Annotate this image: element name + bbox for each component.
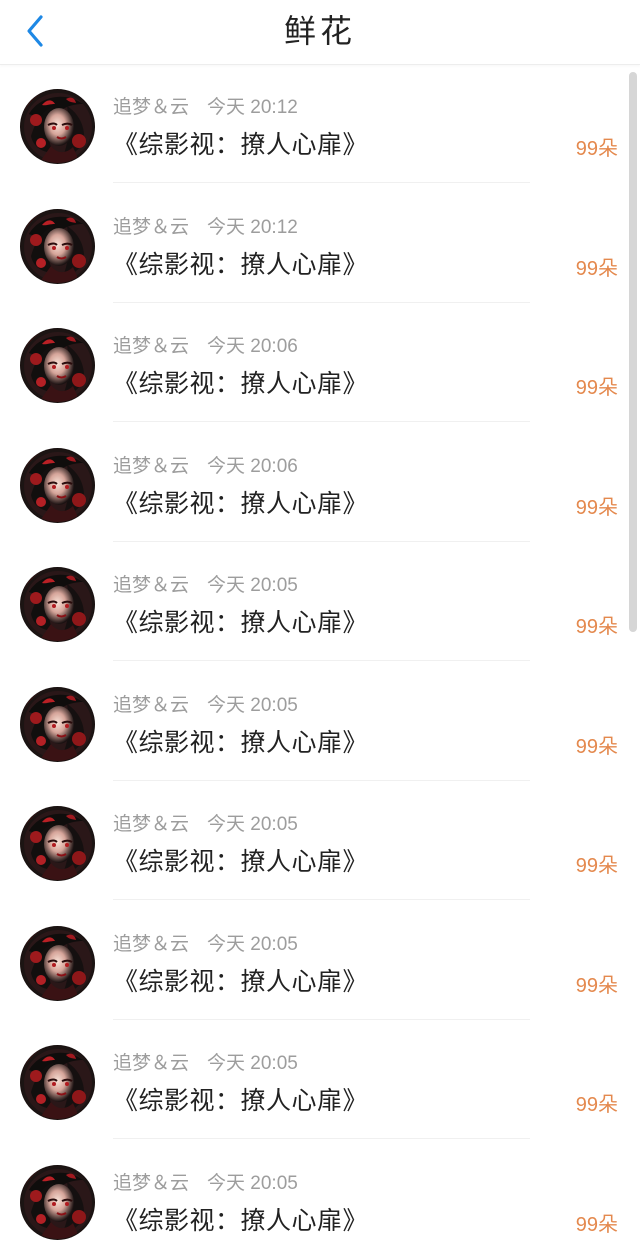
gift-list-item[interactable]: 追梦＆云 今天 20:05 《综影视：撩人心扉》 99朵 [0, 542, 640, 661]
username[interactable]: 追梦＆云 [113, 96, 189, 118]
gift-meta: 追梦＆云 今天 20:05 [113, 1168, 298, 1195]
gift-list-item[interactable]: 追梦＆云 今天 20:05 《综影视：撩人心扉》 99朵 [0, 900, 640, 1020]
gift-meta: 追梦＆云 今天 20:05 [113, 690, 298, 717]
gift-meta: 追梦＆云 今天 20:06 [113, 331, 298, 358]
gift-timestamp: 今天 20:06 [207, 455, 298, 477]
gift-meta: 追梦＆云 今天 20:05 [113, 1048, 298, 1075]
vertical-scrollbar[interactable] [629, 72, 637, 632]
gift-meta: 追梦＆云 今天 20:12 [113, 92, 298, 119]
gift-timestamp: 今天 20:05 [207, 694, 298, 716]
flower-gift-list[interactable]: 追梦＆云 今天 20:12 《综影视：撩人心扉》 99朵 追梦＆云 今天 20:… [0, 64, 640, 1247]
gift-list-item[interactable]: 追梦＆云 今天 20:05 《综影视：撩人心扉》 99朵 [0, 661, 640, 781]
username[interactable]: 追梦＆云 [113, 335, 189, 357]
portrait-avatar-image [21, 329, 94, 402]
gift-list-item[interactable]: 追梦＆云 今天 20:06 《综影视：撩人心扉》 99朵 [0, 422, 640, 542]
portrait-avatar-image [21, 568, 94, 641]
flower-amount: 99朵 [575, 496, 618, 519]
portrait-avatar-image [21, 1165, 94, 1239]
user-avatar[interactable] [20, 806, 95, 881]
gift-list-item[interactable]: 追梦＆云 今天 20:12 《综影视：撩人心扉》 99朵 [0, 64, 640, 183]
user-avatar[interactable] [20, 328, 95, 403]
username[interactable]: 追梦＆云 [113, 1052, 189, 1074]
top-navigation-bar: 鲜花 [0, 0, 640, 65]
gift-list-item[interactable]: 追梦＆云 今天 20:05 《综影视：撩人心扉》 99朵 [0, 1139, 640, 1247]
flower-amount: 99朵 [575, 735, 618, 758]
portrait-avatar-image [21, 1046, 94, 1119]
gift-meta: 追梦＆云 今天 20:05 [113, 809, 298, 836]
user-avatar[interactable] [20, 89, 95, 164]
user-avatar[interactable] [20, 567, 95, 642]
flower-amount: 99朵 [575, 855, 618, 877]
user-avatar[interactable] [20, 1045, 95, 1120]
book-title[interactable]: 《综影视：撩人心扉》 [113, 484, 368, 520]
portrait-avatar-image [21, 209, 94, 283]
book-title[interactable]: 《综影视：撩人心扉》 [113, 125, 368, 161]
gift-meta: 追梦＆云 今天 20:05 [113, 570, 298, 597]
page-title: 鲜花 [283, 12, 356, 50]
gift-list-item[interactable]: 追梦＆云 今天 20:06 《综影视：撩人心扉》 99朵 [0, 303, 640, 422]
book-title[interactable]: 《综影视：撩人心扉》 [113, 962, 368, 998]
portrait-avatar-image [21, 926, 94, 1000]
user-avatar[interactable] [20, 447, 95, 523]
portrait-avatar-image [21, 687, 94, 761]
gift-timestamp: 今天 20:12 [207, 216, 298, 238]
book-title[interactable]: 《综影视：撩人心扉》 [113, 603, 368, 639]
flower-amount: 99朵 [575, 377, 618, 399]
username[interactable]: 追梦＆云 [113, 933, 189, 955]
username[interactable]: 追梦＆云 [113, 574, 189, 596]
flower-amount: 99朵 [575, 138, 618, 160]
username[interactable]: 追梦＆云 [113, 1172, 189, 1194]
gift-list-item[interactable]: 追梦＆云 今天 20:05 《综影视：撩人心扉》 99朵 [0, 1020, 640, 1139]
portrait-avatar-image [21, 448, 94, 522]
gift-timestamp: 今天 20:05 [207, 1172, 298, 1194]
user-avatar[interactable] [20, 925, 95, 1001]
gift-meta: 追梦＆云 今天 20:06 [113, 451, 298, 478]
book-title[interactable]: 《综影视：撩人心扉》 [113, 245, 368, 281]
book-title[interactable]: 《综影视：撩人心扉》 [113, 1081, 368, 1117]
book-title[interactable]: 《综影视：撩人心扉》 [113, 842, 368, 878]
gift-timestamp: 今天 20:06 [207, 336, 298, 357]
gift-meta: 追梦＆云 今天 20:12 [113, 212, 298, 239]
gift-timestamp: 今天 20:05 [207, 933, 298, 955]
user-avatar[interactable] [20, 1164, 95, 1240]
username[interactable]: 追梦＆云 [113, 813, 189, 835]
book-title[interactable]: 《综影视：撩人心扉》 [113, 1201, 368, 1237]
gift-timestamp: 今天 20:05 [207, 814, 298, 835]
portrait-avatar-image [21, 90, 94, 163]
flower-amount: 99朵 [575, 1213, 618, 1236]
user-avatar[interactable] [20, 686, 95, 762]
username[interactable]: 追梦＆云 [113, 694, 189, 716]
flower-amount: 99朵 [575, 1094, 618, 1116]
user-avatar[interactable] [20, 208, 95, 284]
portrait-avatar-image [21, 807, 94, 880]
flower-amount: 99朵 [575, 257, 618, 280]
username[interactable]: 追梦＆云 [113, 216, 189, 238]
flower-amount: 99朵 [575, 616, 618, 638]
gift-timestamp: 今天 20:05 [207, 1053, 298, 1074]
gift-meta: 追梦＆云 今天 20:05 [113, 929, 298, 956]
book-title[interactable]: 《综影视：撩人心扉》 [113, 364, 368, 400]
book-title[interactable]: 《综影视：撩人心扉》 [113, 723, 368, 759]
flower-gifts-page: 鲜花 追梦＆云 今天 20:12 《综影视：撩人心扉》 99朵 追梦＆云 今天 … [0, 0, 640, 1247]
gift-timestamp: 今天 20:05 [207, 575, 298, 596]
gift-timestamp: 今天 20:12 [207, 97, 298, 118]
flower-amount: 99朵 [575, 974, 618, 997]
username[interactable]: 追梦＆云 [113, 455, 189, 477]
gift-list-item[interactable]: 追梦＆云 今天 20:12 《综影视：撩人心扉》 99朵 [0, 183, 640, 303]
gift-list-item[interactable]: 追梦＆云 今天 20:05 《综影视：撩人心扉》 99朵 [0, 781, 640, 900]
